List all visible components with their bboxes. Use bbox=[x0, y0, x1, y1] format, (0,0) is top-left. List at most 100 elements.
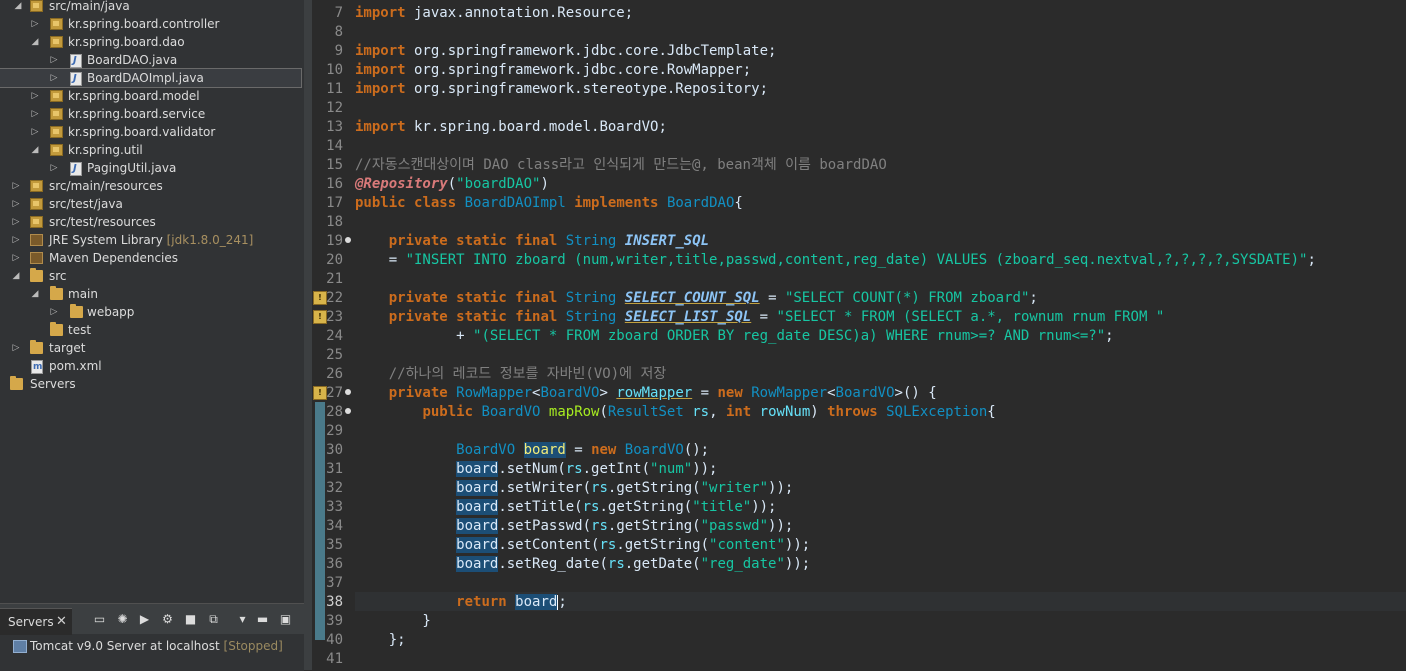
fold-toggle-icon[interactable] bbox=[345, 408, 351, 414]
code-line: board.setNum(rs.getInt("num")); bbox=[456, 461, 718, 477]
collapse-arrow-icon[interactable]: ◢ bbox=[11, 267, 21, 285]
code-comment: //하나의 레코드 정보를 자바빈(VO)에 저장 bbox=[388, 366, 667, 382]
tree-item-package-controller[interactable]: ▷ kr.spring.board.controller bbox=[0, 15, 304, 33]
expand-arrow-icon[interactable]: ▷ bbox=[49, 159, 59, 177]
warning-marker-icon[interactable]: ! bbox=[313, 310, 327, 324]
code-line: //하나의 레코드 정보를 자바빈(VO)에 저장 bbox=[355, 365, 1406, 384]
tree-item-label: kr.spring.util bbox=[68, 143, 143, 157]
warning-marker-icon[interactable]: ! bbox=[313, 291, 327, 305]
expand-arrow-icon[interactable]: ▷ bbox=[49, 51, 59, 69]
tree-item-target[interactable]: ▷ target bbox=[0, 339, 304, 357]
minimize-icon[interactable]: ▬ bbox=[256, 613, 269, 626]
collapse-arrow-icon[interactable]: ◢ bbox=[13, 0, 23, 15]
tree-item-maven-dependencies[interactable]: ▷ Maven Dependencies bbox=[0, 249, 304, 267]
server-name: Tomcat v9.0 Server at localhost bbox=[30, 639, 220, 653]
expand-arrow-icon[interactable]: ▷ bbox=[30, 87, 40, 105]
profile-server-icon[interactable]: ⚙ bbox=[161, 613, 174, 626]
folder-icon bbox=[70, 304, 83, 318]
debug-server-icon[interactable]: ✺ bbox=[116, 613, 129, 626]
fold-toggle-icon[interactable] bbox=[345, 389, 351, 395]
collapse-arrow-icon[interactable]: ◢ bbox=[30, 285, 40, 303]
tree-item-package-model[interactable]: ▷ kr.spring.board.model bbox=[0, 87, 304, 105]
expand-arrow-icon[interactable]: ▷ bbox=[49, 69, 59, 87]
code-line: public BoardVO mapRow(ResultSet rs, int … bbox=[422, 404, 996, 420]
tree-item-label: JRE System Library [jdk1.8.0_241] bbox=[49, 231, 253, 249]
tree-item-pagingutil-java[interactable]: ▷ PagingUtil.java bbox=[0, 159, 304, 178]
expand-arrow-icon[interactable]: ▷ bbox=[30, 105, 40, 123]
tree-item-servers-project[interactable]: Servers bbox=[0, 375, 304, 393]
line-number: 14 bbox=[326, 138, 343, 154]
library-icon bbox=[30, 234, 43, 246]
tree-item-src-test-resources[interactable]: ▷ src/test/resources bbox=[0, 213, 304, 231]
code-line: + "(SELECT * FROM zboard ORDER BY reg_da… bbox=[355, 328, 1114, 344]
code-line: //자동스캔대상이며 DAO class라고 인식되게 만드는@, bean객체… bbox=[355, 156, 1406, 175]
start-server-icon[interactable]: ▶ bbox=[138, 613, 151, 626]
tree-item-boarddao-java[interactable]: ▷ BoardDAO.java bbox=[0, 51, 304, 70]
tree-item-src-main-java[interactable]: ◢ src/main/java bbox=[0, 0, 304, 15]
code-line: private static final String INSERT_SQL bbox=[388, 233, 710, 249]
xml-file-icon bbox=[31, 358, 43, 376]
code-line: private static final String SELECT_COUNT… bbox=[388, 290, 1038, 306]
tree-item-package-dao[interactable]: ◢ kr.spring.board.dao bbox=[0, 33, 304, 51]
tree-item-package-util[interactable]: ◢ kr.spring.util bbox=[0, 141, 304, 159]
expand-arrow-icon[interactable]: ▷ bbox=[11, 213, 21, 231]
tree-item-src-main-resources[interactable]: ▷ src/main/resources bbox=[0, 177, 304, 195]
java-file-icon bbox=[70, 52, 82, 70]
view-menu-icon[interactable]: ▾ bbox=[236, 613, 249, 626]
tree-item-label: BoardDAOImpl.java bbox=[87, 71, 204, 85]
server-status: [Stopped] bbox=[223, 639, 283, 653]
tree-item-label: PagingUtil.java bbox=[87, 161, 177, 175]
package-icon bbox=[50, 36, 63, 48]
tree-item-src[interactable]: ◢ src bbox=[0, 267, 304, 285]
tree-item-pom-xml[interactable]: pom.xml bbox=[0, 357, 304, 376]
line-number: 35 bbox=[326, 537, 343, 553]
line-number: 26 bbox=[326, 366, 343, 382]
expand-arrow-icon[interactable]: ▷ bbox=[30, 15, 40, 33]
expand-arrow-icon[interactable]: ▷ bbox=[11, 195, 21, 213]
expand-arrow-icon[interactable]: ▷ bbox=[11, 249, 21, 267]
tree-item-test[interactable]: test bbox=[0, 321, 304, 339]
tree-item-label: kr.spring.board.service bbox=[68, 107, 206, 121]
folder-icon bbox=[10, 376, 23, 390]
tab-servers[interactable]: Servers ✕ bbox=[0, 608, 72, 635]
new-server-icon[interactable]: ▭ bbox=[93, 613, 106, 626]
close-icon[interactable]: ✕ bbox=[56, 609, 67, 635]
source-folder-icon bbox=[30, 198, 43, 210]
fold-toggle-icon[interactable] bbox=[345, 237, 351, 243]
tree-item-main[interactable]: ◢ main bbox=[0, 285, 304, 303]
tree-item-label: Maven Dependencies bbox=[49, 251, 179, 265]
line-number: 39 bbox=[326, 613, 343, 629]
collapse-arrow-icon[interactable]: ◢ bbox=[30, 33, 40, 51]
expand-arrow-icon[interactable]: ▷ bbox=[11, 177, 21, 195]
stop-server-icon[interactable]: ■ bbox=[184, 613, 197, 626]
tree-item-package-validator[interactable]: ▷ kr.spring.board.validator bbox=[0, 123, 304, 141]
expand-arrow-icon[interactable]: ▷ bbox=[49, 303, 59, 321]
line-number: 34 bbox=[326, 518, 343, 534]
panel-divider[interactable] bbox=[304, 0, 312, 670]
jre-library-label: JRE System Library bbox=[49, 233, 163, 247]
tree-item-webapp[interactable]: ▷ webapp bbox=[0, 303, 304, 321]
package-icon bbox=[50, 108, 63, 120]
source-folder-icon bbox=[30, 180, 43, 192]
warning-marker-icon[interactable]: ! bbox=[313, 386, 327, 400]
tree-item-boarddaoimpl-java[interactable]: ▷ BoardDAOImpl.java bbox=[0, 68, 302, 88]
line-number: 41 bbox=[326, 651, 343, 667]
tree-item-jre-library[interactable]: ▷ JRE System Library [jdk1.8.0_241] bbox=[0, 231, 304, 249]
tree-item-package-service[interactable]: ▷ kr.spring.board.service bbox=[0, 105, 304, 123]
tree-item-src-test-java[interactable]: ▷ src/test/java bbox=[0, 195, 304, 213]
maximize-icon[interactable]: ▣ bbox=[279, 613, 292, 626]
package-icon bbox=[50, 126, 63, 138]
publish-icon[interactable]: ⧉ bbox=[207, 613, 220, 626]
tree-item-label: test bbox=[68, 323, 92, 337]
collapse-arrow-icon[interactable]: ◢ bbox=[30, 141, 40, 159]
server-item-tomcat[interactable]: Tomcat v9.0 Server at localhost [Stopped… bbox=[0, 636, 304, 656]
expand-arrow-icon[interactable]: ▷ bbox=[11, 231, 21, 249]
java-editor[interactable]: 7 8 9 10 11 12 13 14 15 16 17 18 19 20 2… bbox=[312, 0, 1406, 670]
code-line: @Repository("boardDAO") bbox=[355, 176, 549, 192]
expand-arrow-icon[interactable]: ▷ bbox=[11, 339, 21, 357]
servers-view: Servers ✕ ▭ ✺ ▶ ⚙ ■ ⧉ ▾ ▬ ▣ Tomcat v9.0 … bbox=[0, 603, 304, 671]
expand-arrow-icon[interactable]: ▷ bbox=[30, 123, 40, 141]
